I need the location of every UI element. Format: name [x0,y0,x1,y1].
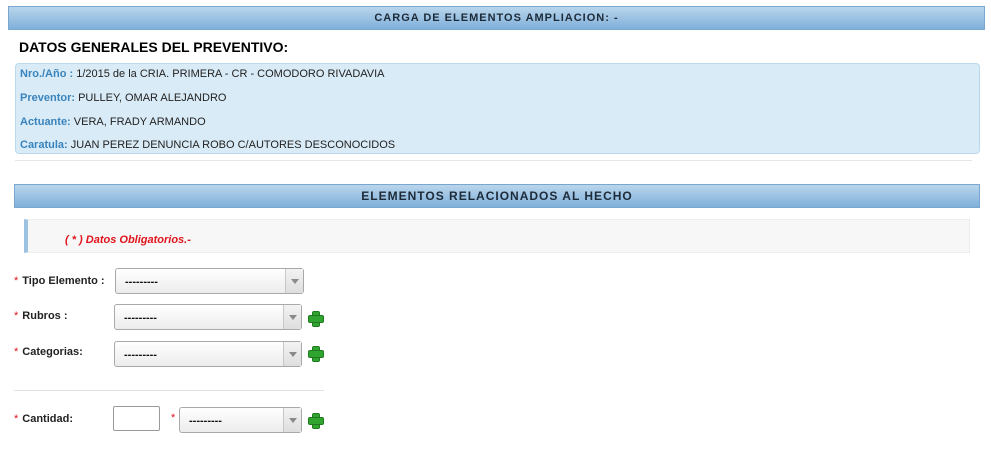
general-data-title: DATOS GENERALES DEL PREVENTIVO: [19,39,289,55]
add-rubro-plus-icon[interactable] [308,311,324,327]
info-label-nro: Nro./Año : [20,68,74,80]
info-row-caratula: Caratula: JUAN PEREZ DENUNCIA ROBO C/AUT… [20,139,395,151]
rubros-label-text: Rubros : [22,310,68,322]
required-notice: ( * ) Datos Obligatorios.- [24,219,970,253]
chevron-down-icon [285,269,303,293]
categorias-label: * Categorias: [14,346,83,358]
chevron-down-icon [283,342,301,366]
info-value-preventor: PULLEY, OMAR ALEJANDRO [78,92,227,104]
rubros-label: * Rubros : [14,310,68,322]
unidad-select[interactable]: --------- [179,407,302,433]
chevron-down-icon [283,408,301,432]
page-header: CARGA DE ELEMENTOS AMPLIACION: - [8,6,985,30]
required-notice-text: ( * ) Datos Obligatorios.- [65,234,191,246]
rubros-select[interactable]: --------- [114,304,302,330]
required-mark: * [14,346,19,358]
info-label-caratula: Caratula: [20,139,68,151]
required-mark: * [14,275,19,287]
add-categoria-plus-icon[interactable] [308,346,324,362]
info-label-actuante: Actuante: [20,116,71,128]
rubros-value: --------- [124,312,157,324]
cantidad-label-text: Cantidad: [22,413,74,425]
cantidad-input[interactable] [113,406,160,431]
categorias-value: --------- [124,349,157,361]
categorias-select[interactable]: --------- [114,341,302,367]
tipo-elemento-label: * Tipo Elemento : [14,275,105,287]
general-data-panel: Nro./Año : 1/2015 de la CRIA. PRIMERA - … [15,63,980,154]
section-header: ELEMENTOS RELACIONADOS AL HECHO [14,184,980,208]
add-unidad-plus-icon[interactable] [308,413,324,429]
info-value-nro: 1/2015 de la CRIA. PRIMERA - CR - COMODO… [76,68,385,80]
required-mark: * [14,310,19,322]
tipo-elemento-label-text: Tipo Elemento : [22,275,105,287]
info-row-preventor: Preventor: PULLEY, OMAR ALEJANDRO [20,92,226,104]
cantidad-label: * Cantidad: [14,413,73,425]
categorias-label-text: Categorias: [22,346,83,358]
info-value-actuante: VERA, FRADY ARMANDO [73,116,206,128]
required-mark: * [171,412,176,424]
info-row-nro: Nro./Año : 1/2015 de la CRIA. PRIMERA - … [20,68,385,80]
divider [15,160,972,161]
tipo-elemento-select[interactable]: --------- [115,268,304,294]
info-row-actuante: Actuante: VERA, FRADY ARMANDO [20,116,206,128]
tipo-elemento-value: --------- [125,276,158,288]
required-mark: * [14,413,19,425]
unidad-value: --------- [189,415,222,427]
chevron-down-icon [283,305,301,329]
info-label-preventor: Preventor: [20,92,76,104]
info-value-caratula: JUAN PEREZ DENUNCIA ROBO C/AUTORES DESCO… [70,139,396,151]
divider [14,390,324,391]
